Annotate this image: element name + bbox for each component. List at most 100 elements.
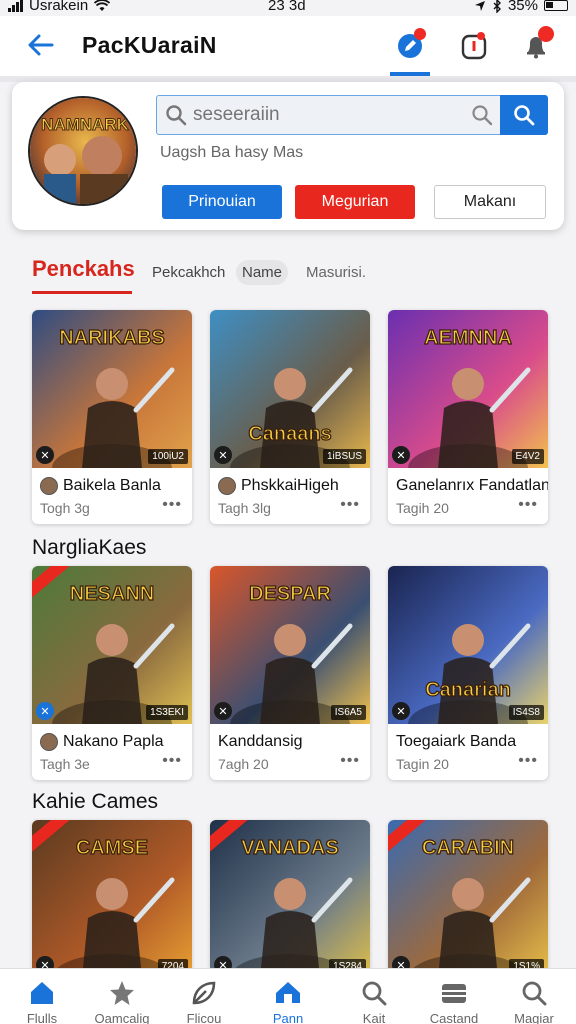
game-art-image: AEMNNA <box>388 310 548 468</box>
clock: 23 3d <box>268 0 306 14</box>
section-title: Kahie Cames <box>32 790 159 813</box>
battery-percent: 35% <box>507 0 538 14</box>
search-icon <box>522 981 547 1006</box>
search-icon <box>514 105 535 126</box>
search-icon <box>362 981 387 1006</box>
tab-masurisi[interactable]: Masurisi. <box>306 264 366 281</box>
nav-item-castand[interactable]: Castand <box>418 969 490 1024</box>
more-icon[interactable]: ••• <box>518 752 538 770</box>
back-button[interactable] <box>24 28 58 62</box>
close-icon[interactable]: ✕ <box>36 702 54 720</box>
bottom-nav: Flulls Oamcalig Flicou Pann Kait Castand… <box>0 968 576 1024</box>
nav-item-flicou[interactable]: Flicou <box>168 969 240 1024</box>
game-meta: Tagin 20 <box>396 756 449 772</box>
game-art-title: AEMNNA <box>424 327 512 349</box>
more-icon[interactable]: ••• <box>518 496 538 514</box>
nav-item-magiar[interactable]: Magiar <box>498 969 570 1024</box>
game-name-label: Nakano Papla <box>63 733 164 750</box>
game-art-title: Canaans <box>248 423 331 445</box>
game-art-image: CAMSE <box>32 820 192 978</box>
view-count: E4V2 <box>511 449 544 464</box>
tab-name[interactable]: Name <box>236 260 289 285</box>
profile-card: NAMNARK Uagsh Ba hasy Mas Prinouian Megu… <box>12 82 564 230</box>
game-art-title: VANADAS <box>241 837 338 859</box>
status-bar: Usrakein 23 3d 35% <box>0 0 576 16</box>
bluetooth-icon <box>493 0 501 13</box>
view-count: 1iBSUS <box>322 449 366 464</box>
tab-penckahs[interactable]: Penckahs <box>32 256 135 282</box>
search-button[interactable] <box>500 95 548 135</box>
section-title: NargliaKaes <box>32 536 147 559</box>
close-icon[interactable]: ✕ <box>392 702 410 720</box>
game-meta: Tagh 3e <box>40 756 90 772</box>
star-icon <box>110 981 134 1005</box>
more-icon[interactable]: ••• <box>340 752 360 770</box>
game-art-title: NARIKABS <box>59 327 165 349</box>
close-icon[interactable]: ✕ <box>36 446 54 464</box>
game-meta: Tagih 20 <box>396 500 449 516</box>
game-thumbnail: VANADAS ✕ 1S284 <box>210 820 370 978</box>
game-name-label: Toegaiark Banda <box>396 733 517 750</box>
search-icon[interactable] <box>471 104 493 126</box>
search-input[interactable] <box>193 102 453 128</box>
game-thumbnail: DESPAR ✕ IS6A5 <box>210 566 370 724</box>
carrier-label: Usrakein <box>29 0 89 14</box>
game-art-title: Canarian <box>425 679 511 701</box>
svg-text:NAMNARK: NAMNARK <box>41 115 130 134</box>
game-meta: 7agh 20 <box>218 756 269 772</box>
more-icon[interactable]: ••• <box>340 496 360 514</box>
game-card[interactable]: Canarian ✕ IS4S8 Toegaiark Banda Tagin 20 ••• <box>388 566 548 780</box>
nav-item-oamcalig[interactable]: Oamcalig <box>86 969 158 1024</box>
more-icon[interactable]: ••• <box>162 752 182 770</box>
game-card[interactable]: NESANN ✕ 1S3EKI Nakano Papla Tagh 3e ••• <box>32 566 192 780</box>
location-icon <box>474 0 485 11</box>
game-thumbnail: NESANN ✕ 1S3EKI <box>32 566 192 724</box>
category-tabs: Penckahs Pekcakhch Name Masurisi. <box>0 256 576 296</box>
notifications-button[interactable] <box>516 26 556 66</box>
leaf-icon <box>192 981 216 1005</box>
nav-item-pann[interactable]: Pann <box>252 969 324 1024</box>
profile-subtitle: Uagsh Ba hasy Mas <box>160 144 304 161</box>
outline-button[interactable]: Makanı <box>434 185 546 219</box>
game-art-image: NARIKABS <box>32 310 192 468</box>
game-name: Kanddansig <box>218 733 303 751</box>
wifi-icon <box>94 0 111 11</box>
close-icon[interactable]: ✕ <box>214 446 232 464</box>
notification-badge <box>414 28 426 40</box>
nav-item-flulls[interactable]: Flulls <box>6 969 78 1024</box>
search-bar <box>156 95 502 135</box>
notification-badge <box>477 32 485 40</box>
game-name: Ganelanrıx Fandatlan <box>396 477 548 495</box>
game-name-label: PhskkaiHigeh <box>241 477 339 494</box>
avatar <box>40 733 58 751</box>
view-count: IS4S8 <box>508 705 544 720</box>
notification-badge <box>538 26 554 42</box>
search-icon <box>166 105 187 126</box>
more-icon[interactable]: ••• <box>162 496 182 514</box>
game-meta: Tagh 3lg <box>218 500 271 516</box>
game-art-image: VANADAS <box>210 820 370 978</box>
danger-button[interactable]: Megurian <box>295 185 415 219</box>
game-card[interactable]: DESPAR ✕ IS6A5 Kanddansig 7agh 20 ••• <box>210 566 370 780</box>
game-card[interactable]: AEMNNA ✕ E4V2 Ganelanrıx Fandatlan Tagih 20 •… <box>388 310 548 524</box>
arrow-left-icon <box>28 34 54 56</box>
close-icon[interactable]: ✕ <box>392 446 410 464</box>
game-thumbnail: CAMSE ✕ 7204 <box>32 820 192 978</box>
game-art-image: Canarian <box>388 566 548 724</box>
close-icon[interactable]: ✕ <box>214 702 232 720</box>
game-card[interactable]: Canaans ✕ 1iBSUS PhskkaiHigeh Tagh 3lg ••• <box>210 310 370 524</box>
game-card[interactable]: NARIKABS ✕ 100iU2 Baikela Banla Togh 3g ••• <box>32 310 192 524</box>
view-count: 1S3EKI <box>146 705 188 720</box>
info-button[interactable] <box>454 26 494 66</box>
primary-button[interactable]: Prinouian <box>162 185 282 219</box>
game-name-label: Kanddansig <box>218 733 303 750</box>
game-thumbnail: CARABIN ✕ 1S1% <box>388 820 548 978</box>
battery-icon <box>544 0 568 11</box>
edit-button[interactable] <box>390 26 430 66</box>
wallet-icon <box>442 984 466 1003</box>
game-art-title: DESPAR <box>249 583 331 605</box>
tab-pekcakhch[interactable]: Pekcakhch <box>152 264 225 281</box>
avatar[interactable]: NAMNARK <box>28 96 138 206</box>
nav-item-kait[interactable]: Kait <box>338 969 410 1024</box>
signal-icon <box>8 0 23 12</box>
